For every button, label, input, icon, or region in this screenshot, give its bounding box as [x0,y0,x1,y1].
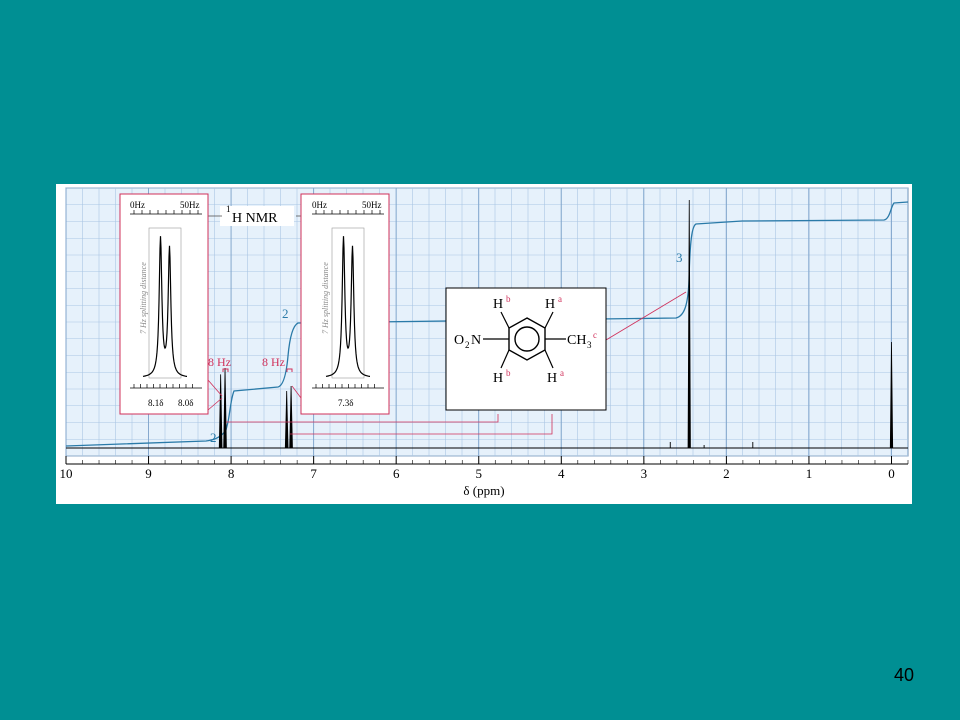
inset-right: 0Hz 50Hz 7 Hz splitting distance 7.3δ [300,193,390,415]
inset-left-ppm-2: 8.0δ [178,398,194,408]
h-bottom-left: H [493,371,503,386]
x-tick-label: 4 [558,466,565,481]
coupling-label-right: 8 Hz [262,355,285,369]
x-axis-label: δ (ppm) [463,483,504,498]
x-tick-label: 7 [310,466,317,481]
inset-right-hz-end: 50Hz [362,200,382,210]
x-tick-label: 6 [393,466,400,481]
inset-left-hz-end: 50Hz [180,200,200,210]
methyl-subscript: 3 [587,340,592,350]
nmr-figure: 10 9 8 7 6 5 4 3 2 1 0 δ (ppm) 2 2 3 1 H NMR 0Hz 5… [56,184,912,504]
inset-left-ppm-1: 8.1δ [148,398,164,408]
x-tick-label: 3 [641,466,648,481]
integral-label-7-3: 2 [282,306,289,321]
x-tick-label: 9 [145,466,152,481]
spectrum-title: H NMR [232,211,278,226]
h-top-left-label: b [506,294,511,304]
integral-label-methyl: 3 [676,250,683,265]
inset-right-ppm-1: 7.3δ [338,398,354,408]
nmr-spectrum-chart: 10 9 8 7 6 5 4 3 2 1 0 δ (ppm) 2 2 3 1 H NMR 0Hz 5… [60,187,909,498]
inset-left-splitting-note: 7 Hz splitting distance [139,262,148,334]
integral-label-8-1: 2 [210,430,217,445]
x-tick-label: 2 [723,466,730,481]
nitro-subscript: 2 [465,340,470,350]
molecule-structure: H b H a H b H a O 2 N CH 3 c [445,287,607,411]
h-bottom-left-label: b [506,368,511,378]
h-bottom-right-label: a [560,368,564,378]
x-axis-ticks: 10 9 8 7 6 5 4 3 2 1 0 [60,456,909,481]
h-bottom-right: H [547,371,557,386]
inset-right-splitting-note: 7 Hz splitting distance [321,262,330,334]
x-tick-label: 1 [806,466,813,481]
x-tick-label: 0 [888,466,895,481]
x-tick-label: 10 [60,466,73,481]
methyl-label: c [593,330,597,340]
x-tick-label: 8 [228,466,235,481]
methyl-ch: CH [567,333,586,348]
title-superscript: 1 [226,204,231,214]
inset-right-hz-start: 0Hz [312,200,327,210]
h-top-left: H [493,297,503,312]
inset-left: 0Hz 50Hz 7 Hz splitting distance 8.1δ 8.… [119,193,209,415]
h-top-right-label: a [558,294,562,304]
h-top-right: H [545,297,555,312]
page-number: 40 [893,665,914,685]
nitro-o: O [454,333,464,348]
nitro-n: N [471,333,481,348]
inset-left-hz-start: 0Hz [130,200,145,210]
coupling-label-left: 8 Hz [208,355,231,369]
x-tick-label: 5 [475,466,482,481]
